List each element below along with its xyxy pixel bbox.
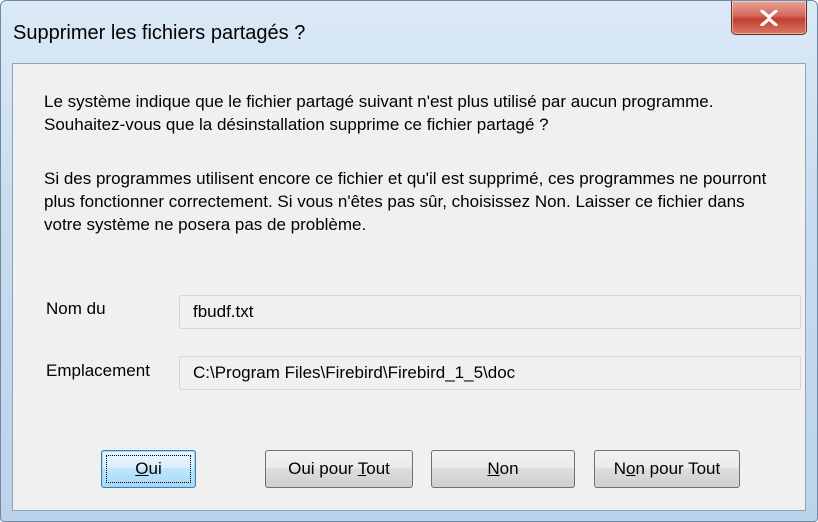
no-to-all-label-start: N (613, 459, 627, 478)
yes-to-all-button[interactable]: Oui pour Tout (265, 450, 413, 488)
yes-to-all-label-end: out (366, 459, 390, 478)
no-to-all-label-end: n pour Tout (635, 459, 721, 478)
focus-indicator (106, 455, 191, 483)
dialog-body: Le système indique que le fichier partag… (12, 63, 806, 511)
title-bar[interactable]: Supprimer les fichiers partagés ? (1, 1, 817, 63)
yes-to-all-label-start: Oui pour (288, 459, 358, 478)
close-button[interactable] (731, 1, 807, 35)
close-icon (760, 9, 778, 26)
file-name-field: fbudf.txt (179, 295, 801, 329)
no-button-accel: N (487, 459, 500, 478)
window-title: Supprimer les fichiers partagés ? (13, 22, 306, 44)
yes-button[interactable]: Oui (101, 450, 196, 488)
location-field: C:\Program Files\Firebird\Firebird_1_5\d… (179, 356, 801, 390)
yes-to-all-accel: T (357, 459, 367, 478)
location-label: Emplacement (46, 361, 150, 380)
no-to-all-button[interactable]: Non pour Tout (594, 450, 740, 488)
message-paragraph-1: Le système indique que le fichier partag… (44, 92, 714, 134)
no-button-label: on (499, 459, 519, 478)
file-name-label: Nom du (46, 299, 106, 318)
message-paragraph-2: Si des programmes utilisent encore ce fi… (44, 169, 767, 234)
no-button[interactable]: Non (431, 450, 575, 488)
dialog-window: Supprimer les fichiers partagés ? Le sys… (0, 0, 818, 522)
